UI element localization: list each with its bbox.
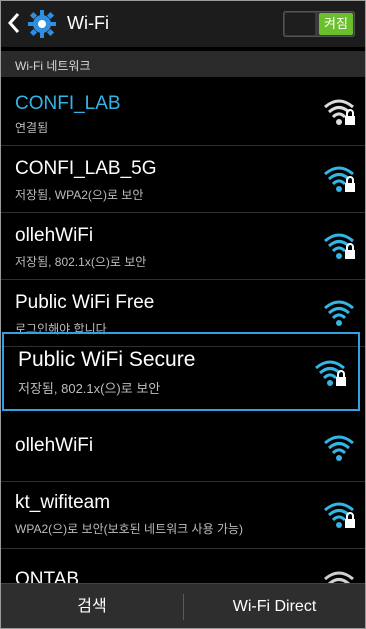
- wifi-open-icon: [324, 435, 354, 461]
- network-item-ollehwifi[interactable]: ollehWiFi 저장됨, 802.1x(으)로 보안: [1, 213, 365, 280]
- network-item-ollehwifi-open[interactable]: ollehWiFi: [1, 415, 365, 482]
- action-bar: Wi-Fi 켜짐: [1, 1, 365, 47]
- screen: Wi-Fi 켜짐 Wi-Fi 네트워크 CONFI_LAB 연결됨 CONFI_…: [0, 0, 366, 629]
- network-item-public-wifi-secure[interactable]: Public WiFi Secure 저장됨, 802.1x(으)로 보안: [2, 332, 360, 411]
- toggle-off-part: [285, 13, 315, 35]
- section-header: Wi-Fi 네트워크: [1, 51, 365, 77]
- network-status: 저장됨, 802.1x(으)로 보안: [15, 255, 147, 269]
- back-arrow-icon[interactable]: [7, 11, 21, 35]
- network-name: CONFI_LAB_5G: [15, 158, 157, 179]
- bottom-action-bar: 검색 Wi-Fi Direct: [1, 583, 365, 628]
- network-name: ollehWiFi: [15, 435, 94, 456]
- network-item-kt-wifiteam[interactable]: kt_wifiteam WPA2(으)로 보안(보호된 네트워크 사용 가능): [1, 482, 365, 549]
- wifi-open-icon: [324, 300, 354, 326]
- network-status: 저장됨, 802.1x(으)로 보안: [18, 381, 161, 396]
- network-status: 연결됨: [15, 121, 49, 135]
- network-status: WPA2(으)로 보안(보호된 네트워크 사용 가능): [15, 522, 244, 536]
- section-label: Wi-Fi 네트워크: [15, 59, 91, 73]
- network-status: 저장됨, WPA2(으)로 보안: [15, 188, 144, 202]
- network-name: ollehWiFi: [15, 225, 94, 246]
- wifi-toggle[interactable]: 켜짐: [283, 11, 355, 37]
- wifi-locked-icon: [324, 99, 355, 125]
- toggle-on-label: 켜짐: [319, 13, 353, 35]
- network-name: CONFI_LAB: [15, 93, 121, 114]
- wifi-locked-icon: [324, 502, 355, 528]
- search-button[interactable]: 검색: [1, 584, 183, 628]
- wifi-direct-button[interactable]: Wi-Fi Direct: [184, 584, 365, 628]
- gear-icon: [28, 10, 56, 38]
- wifi-locked-icon: [324, 166, 355, 192]
- network-item-confi-lab[interactable]: CONFI_LAB 연결됨: [1, 79, 365, 146]
- network-name: Public WiFi Secure: [18, 348, 196, 371]
- network-name: Public WiFi Free: [15, 292, 155, 313]
- network-item-confi-lab-5g[interactable]: CONFI_LAB_5G 저장됨, WPA2(으)로 보안: [1, 146, 365, 213]
- wifi-locked-icon: [315, 360, 346, 386]
- wifi-locked-icon: [324, 233, 355, 259]
- page-title: Wi-Fi: [67, 13, 109, 33]
- network-name: kt_wifiteam: [15, 492, 111, 513]
